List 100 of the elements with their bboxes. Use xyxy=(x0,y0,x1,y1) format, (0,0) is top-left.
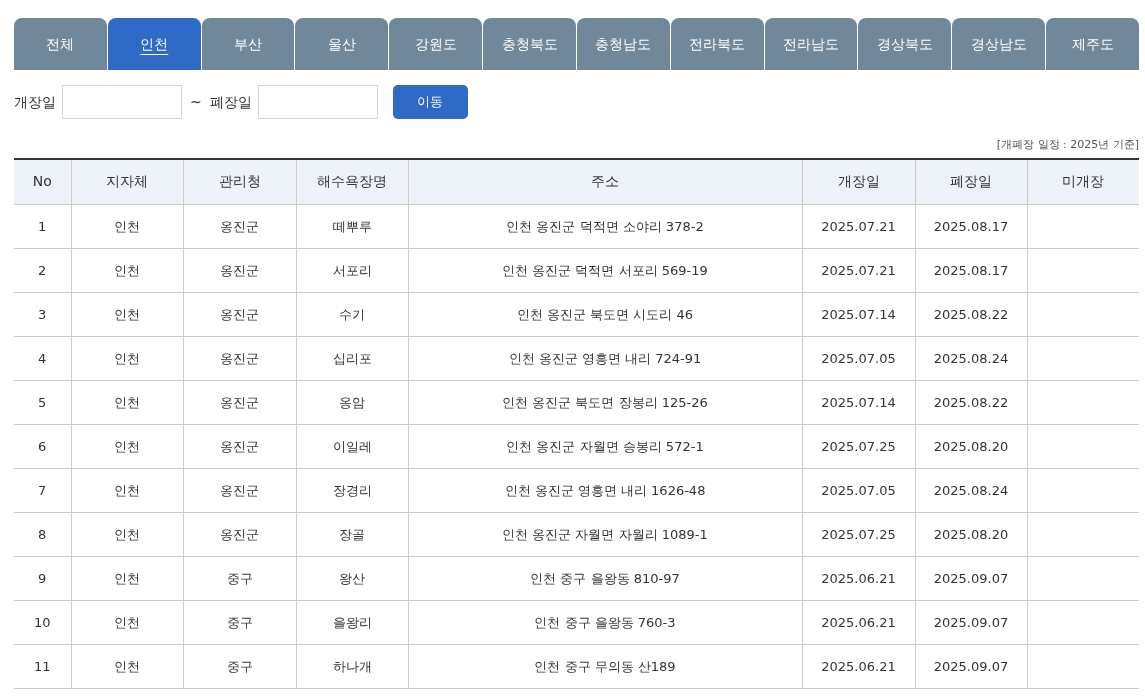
table-cell: 2025.08.17 xyxy=(915,204,1027,249)
region-tab[interactable]: 전체 xyxy=(14,18,107,70)
table-cell: 2025.07.14 xyxy=(802,292,915,337)
table-cell: 인천 xyxy=(71,512,183,557)
region-tab[interactable]: 인천 xyxy=(107,18,201,70)
table-cell: 2025.07.05 xyxy=(802,336,915,381)
table-cell: 중구 xyxy=(183,556,296,601)
table-cell: 인천 xyxy=(71,380,183,425)
table-cell: 2025.07.21 xyxy=(802,248,915,293)
region-tab[interactable]: 강원도 xyxy=(389,18,483,70)
table-cell: 1 xyxy=(14,204,71,249)
column-header: 지자체 xyxy=(71,158,183,205)
table-cell: 10 xyxy=(14,600,71,645)
table-cell: 인천 옹진군 자월면 자월리 1089-1 xyxy=(408,512,802,557)
table-cell: 옹진군 xyxy=(183,468,296,513)
column-header: 관리청 xyxy=(183,158,296,205)
table-cell: 인천 옹진군 자월면 승봉리 572-1 xyxy=(408,424,802,469)
table-cell: 인천 xyxy=(71,600,183,645)
table-cell: 2025.07.05 xyxy=(802,468,915,513)
table-cell: 7 xyxy=(14,468,71,513)
column-header: 주소 xyxy=(408,158,802,205)
column-header: 개장일 xyxy=(802,158,915,205)
table-cell: 인천 옹진군 영흥면 내리 1626-48 xyxy=(408,468,802,513)
open-date-label: 개장일 xyxy=(14,92,56,112)
table-cell: 서포리 xyxy=(296,248,408,293)
table-cell: 2 xyxy=(14,248,71,293)
table-cell: 2025.09.07 xyxy=(915,556,1027,601)
table-cell: 옹진군 xyxy=(183,292,296,337)
table-cell: 하나개 xyxy=(296,644,408,689)
table-cell: 중구 xyxy=(183,600,296,645)
table-cell: 2025.08.20 xyxy=(915,512,1027,557)
table-cell: 인천 중구 무의동 산189 xyxy=(408,644,802,689)
table-cell: 중구 xyxy=(183,644,296,689)
go-button[interactable]: 이동 xyxy=(392,85,468,119)
table-cell: 2025.06.21 xyxy=(802,556,915,601)
table-cell: 2025.08.20 xyxy=(915,424,1027,469)
column-header: 미개장 xyxy=(1027,158,1139,205)
open-date-field[interactable] xyxy=(62,85,182,119)
table-cell: 인천 옹진군 북도면 장봉리 125-26 xyxy=(408,380,802,425)
table-cell: 11 xyxy=(14,644,71,689)
region-tab[interactable]: 제주도 xyxy=(1046,18,1139,70)
table-cell: 2025.08.17 xyxy=(915,248,1027,293)
table-cell: 옹암 xyxy=(296,380,408,425)
table-cell: 인천 xyxy=(71,336,183,381)
region-tab[interactable]: 전라남도 xyxy=(764,18,858,70)
table-cell: 2025.07.25 xyxy=(802,424,915,469)
table-cell: 2025.09.07 xyxy=(915,600,1027,645)
region-tab[interactable]: 경상북도 xyxy=(858,18,952,70)
table-cell: 2025.08.22 xyxy=(915,380,1027,425)
table-cell: 인천 옹진군 북도면 시도리 46 xyxy=(408,292,802,337)
table-cell: 옹진군 xyxy=(183,424,296,469)
table-cell: 인천 옹진군 덕적면 소야리 378-2 xyxy=(408,204,802,249)
region-tab[interactable]: 경상남도 xyxy=(952,18,1046,70)
table-cell: 옹진군 xyxy=(183,380,296,425)
table-cell: 인천 xyxy=(71,424,183,469)
table-cell: 인천 옹진군 영흥면 내리 724-91 xyxy=(408,336,802,381)
table-cell: 왕산 xyxy=(296,556,408,601)
table-cell: 6 xyxy=(14,424,71,469)
table-cell: 2025.07.14 xyxy=(802,380,915,425)
region-tab[interactable]: 충청북도 xyxy=(483,18,576,70)
table-cell: 2025.09.07 xyxy=(915,644,1027,689)
column-header: No xyxy=(14,158,71,205)
table-cell: 이일레 xyxy=(296,424,408,469)
table-cell: 인천 중구 을왕동 810-97 xyxy=(408,556,802,601)
table-cell: 떼뿌루 xyxy=(296,204,408,249)
table-cell: 9 xyxy=(14,556,71,601)
region-tab[interactable]: 울산 xyxy=(295,18,389,70)
table-cell: 십리포 xyxy=(296,336,408,381)
table-cell: 2025.08.22 xyxy=(915,292,1027,337)
table-cell: 인천 옹진군 덕적면 서포리 569-19 xyxy=(408,248,802,293)
region-tab[interactable]: 부산 xyxy=(201,18,295,70)
table-cell: 장골 xyxy=(296,512,408,557)
table-cell: 인천 중구 을왕동 760-3 xyxy=(408,600,802,645)
table-cell: 5 xyxy=(14,380,71,425)
table-cell: 장경리 xyxy=(296,468,408,513)
table-cell: 2025.06.21 xyxy=(802,600,915,645)
table-cell: 옹진군 xyxy=(183,248,296,293)
close-date-label: 폐장일 xyxy=(209,92,252,112)
table-cell: 인천 xyxy=(71,468,183,513)
table-cell: 3 xyxy=(14,292,71,337)
table-cell: 8 xyxy=(14,512,71,557)
column-header: 폐장일 xyxy=(915,158,1027,205)
table-cell: 인천 xyxy=(71,556,183,601)
table-cell: 옹진군 xyxy=(183,204,296,249)
table-cell: 2025.08.24 xyxy=(915,336,1027,381)
table-cell: 4 xyxy=(14,336,71,381)
table-cell: 2025.08.24 xyxy=(915,468,1027,513)
table-cell: 수기 xyxy=(296,292,408,337)
column-header: 해수욕장명 xyxy=(296,158,408,205)
table-cell: 을왕리 xyxy=(296,600,408,645)
close-date-field[interactable] xyxy=(257,85,378,119)
table-cell: 2025.07.25 xyxy=(802,512,915,557)
table-cell: 인천 xyxy=(71,248,183,293)
table-cell: 인천 xyxy=(71,292,183,337)
table-cell: 2025.06.21 xyxy=(802,644,915,689)
table-cell: 옹진군 xyxy=(183,512,296,557)
table-cell: 옹진군 xyxy=(183,336,296,381)
region-tab[interactable]: 충청남도 xyxy=(576,18,670,70)
region-tab[interactable]: 전라북도 xyxy=(670,18,764,70)
schedule-note: [개폐장 일정 : 2025년 기준] xyxy=(996,137,1139,153)
